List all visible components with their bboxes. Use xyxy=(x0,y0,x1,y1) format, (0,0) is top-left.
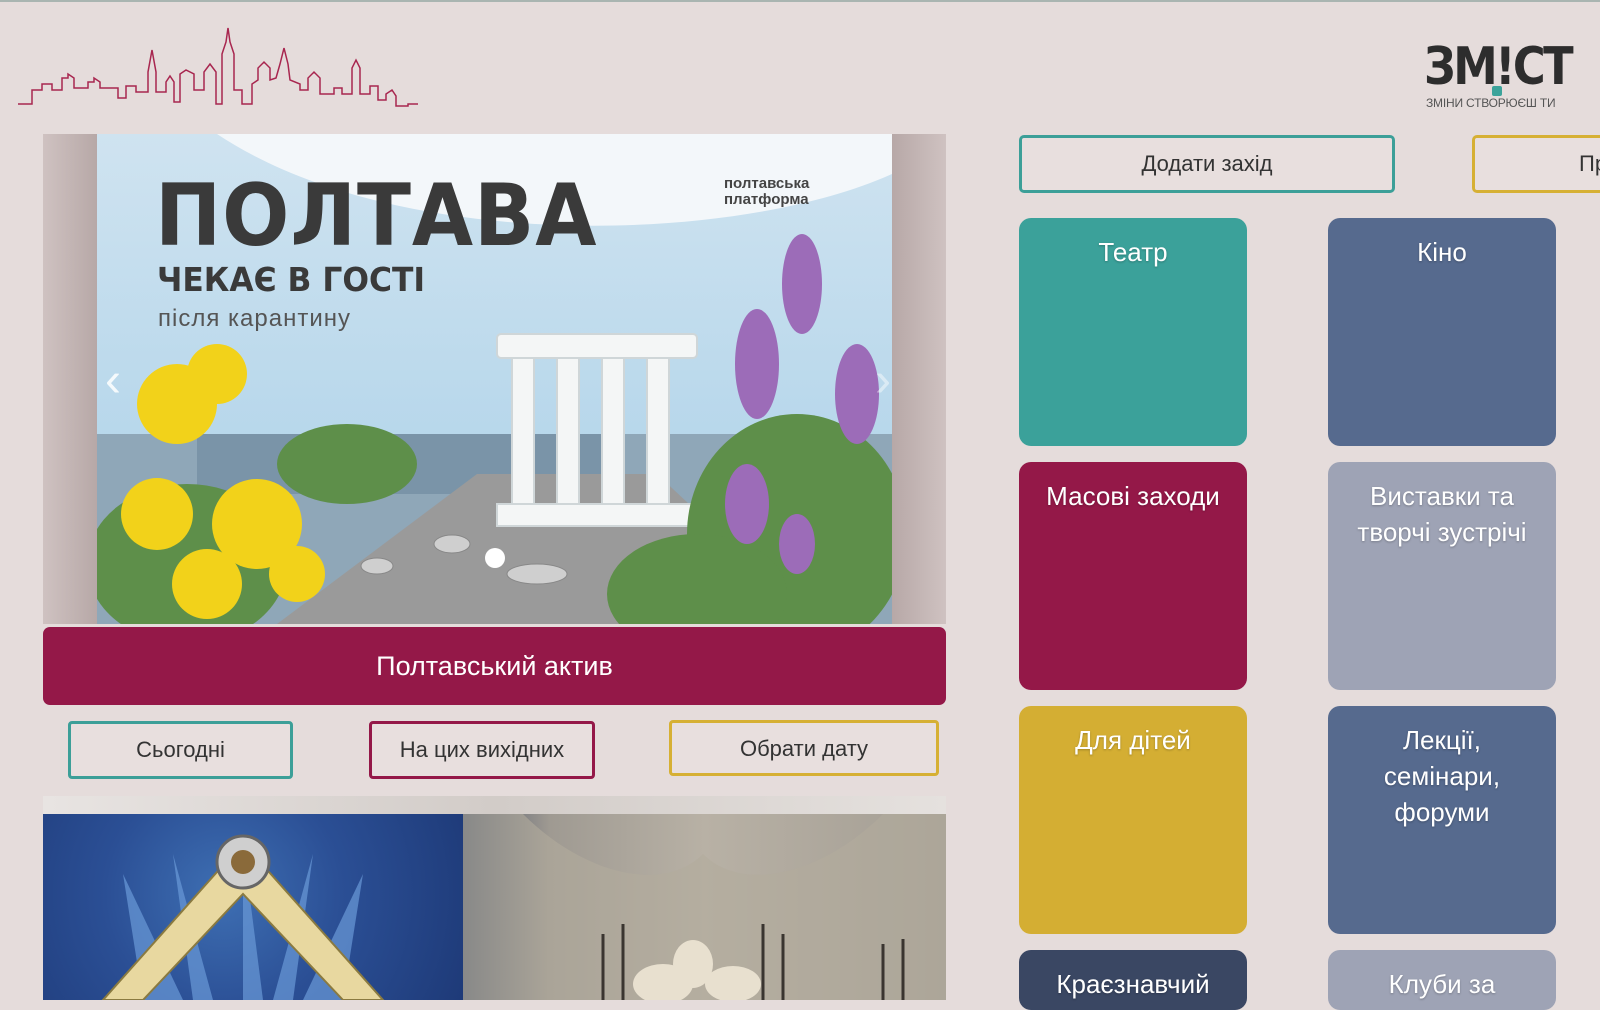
active-banner-button[interactable]: Полтавський актив xyxy=(43,627,946,705)
event-card-image[interactable] xyxy=(43,796,946,1000)
city-skyline-icon xyxy=(18,27,418,107)
hero-slider: ПОЛТАВА ЧЕКАЄ В ГОСТІ після карантину по… xyxy=(43,134,946,624)
category-exhibitions[interactable]: Виставки та творчі зустрічі xyxy=(1328,462,1556,690)
offscreen-button[interactable]: Пр xyxy=(1472,135,1600,193)
category-theatre[interactable]: Театр xyxy=(1019,218,1247,446)
filter-pick-date-button[interactable]: Обрати дату xyxy=(669,720,939,776)
filter-weekend-button[interactable]: На цих вихідних xyxy=(369,721,595,779)
slide-title: ПОЛТАВА xyxy=(155,166,598,266)
add-event-button[interactable]: Додати захід xyxy=(1019,135,1395,193)
zmist-logo[interactable]: ЗМ!СТ ЗМІНИ СТВОРЮЄШ ТИ xyxy=(1424,37,1574,112)
category-for-kids[interactable]: Для дітей xyxy=(1019,706,1247,934)
category-lectures[interactable]: Лекції, семінари, форуми xyxy=(1328,706,1556,934)
logo-tagline: ЗМІНИ СТВОРЮЄШ ТИ xyxy=(1426,96,1556,110)
logo-wordmark: ЗМ!СТ xyxy=(1424,37,1574,97)
logo-accent-mark xyxy=(1492,86,1502,96)
masonic-emblem-icon xyxy=(101,834,385,1000)
engraving-scene-icon xyxy=(463,814,946,1000)
event-image-right xyxy=(463,814,946,1000)
category-local-history[interactable]: Краєзнавчий xyxy=(1019,950,1247,1010)
slide-subtitle: ЧЕКАЄ В ГОСТІ xyxy=(157,260,426,299)
slider-dot-indicator[interactable] xyxy=(485,548,505,568)
slide-caption: після карантину xyxy=(158,305,351,332)
slider-edge-left xyxy=(43,134,97,624)
category-clubs[interactable]: Клуби за xyxy=(1328,950,1556,1010)
top-border xyxy=(0,0,1600,2)
brand-line-1: полтавська xyxy=(724,175,810,192)
category-mass-events[interactable]: Масові заходи xyxy=(1019,462,1247,690)
slider-next-arrow-icon[interactable]: › xyxy=(863,356,903,406)
event-image-left xyxy=(43,814,463,1000)
filter-today-button[interactable]: Сьогодні xyxy=(68,721,293,779)
slide-brand: полтавська платформа xyxy=(724,176,854,208)
brand-line-2: платформа xyxy=(724,191,809,208)
category-cinema[interactable]: Кіно xyxy=(1328,218,1556,446)
event-image-border xyxy=(43,796,946,814)
slider-prev-arrow-icon[interactable]: ‹ xyxy=(93,356,133,406)
